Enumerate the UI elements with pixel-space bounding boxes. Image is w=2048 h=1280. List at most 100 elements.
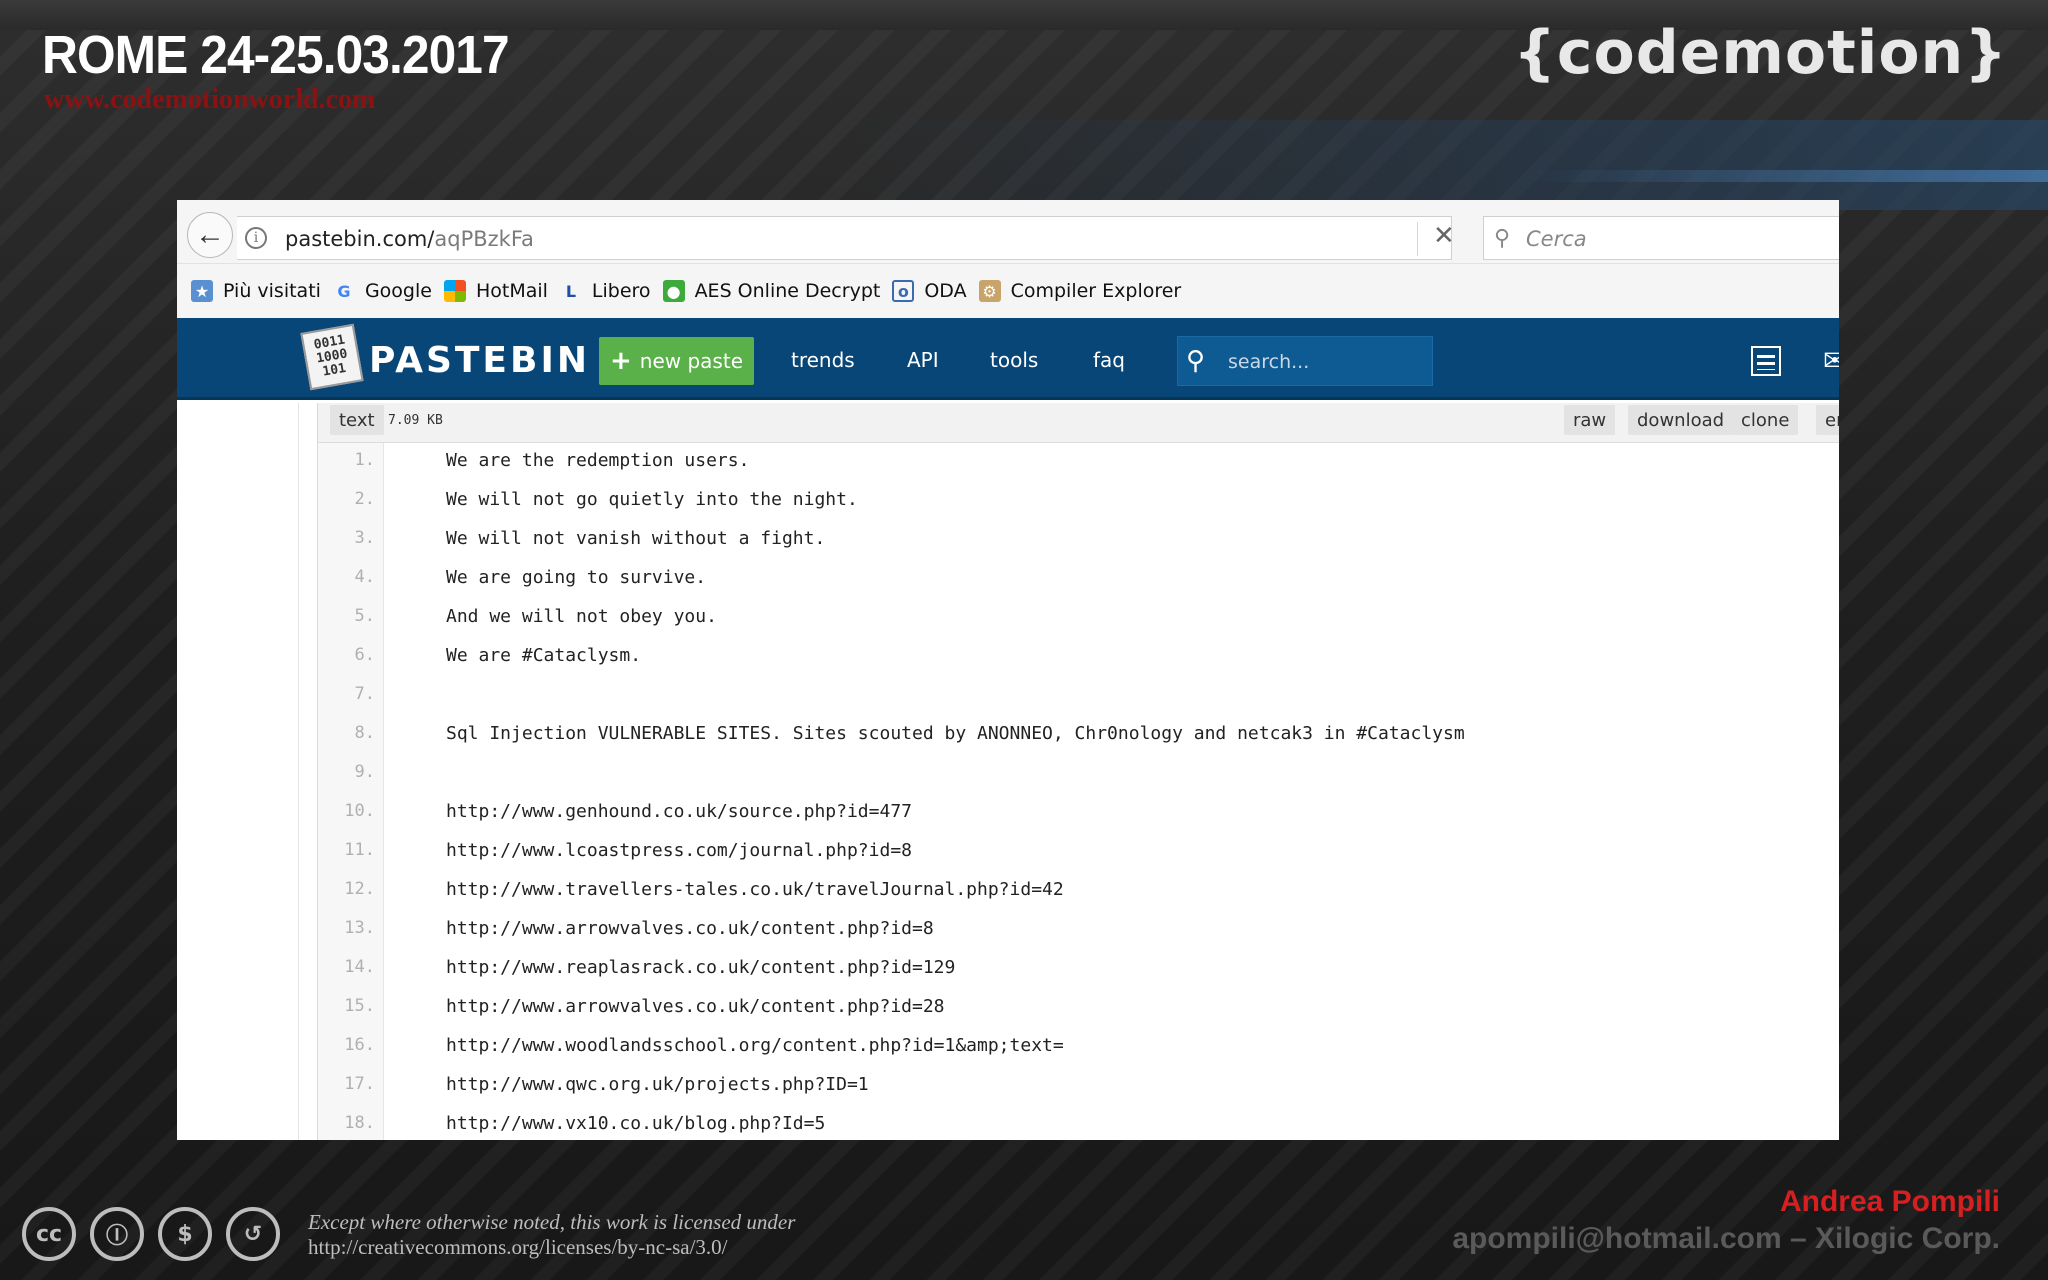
code-line: http://www.woodlandsschool.org/content.p…: [446, 1035, 1064, 1056]
arrow-left-icon: ←: [195, 218, 225, 251]
libero-icon: L: [565, 281, 577, 301]
raw-button[interactable]: raw: [1564, 405, 1616, 435]
speaker-contact: apompili@hotmail.com – Xilogic Corp.: [1452, 1222, 2000, 1255]
url-domain: pastebin.com/: [285, 227, 435, 251]
close-icon[interactable]: ✕: [1433, 220, 1455, 251]
page-left-margin: [177, 403, 299, 1140]
bookmark-item[interactable]: G Google: [333, 280, 432, 302]
cc-icon: cc: [22, 1207, 76, 1261]
google-icon: G: [337, 281, 351, 301]
event-url: www.codemotionworld.com: [44, 84, 376, 115]
noncommercial-icon: $: [158, 1207, 212, 1261]
paste-size: 7.09 KB: [388, 413, 443, 428]
bookmark-label: Google: [364, 280, 432, 302]
line-number: 4.: [354, 567, 375, 587]
bookmark-label: ODA: [924, 280, 967, 302]
line-number: 11.: [344, 840, 375, 860]
back-button[interactable]: ←: [187, 212, 233, 258]
syntax-badge[interactable]: text: [330, 405, 384, 435]
url-separator: [1417, 222, 1418, 256]
aes-icon: ●: [662, 280, 685, 302]
clone-button[interactable]: clone: [1732, 405, 1799, 435]
bookmarks-bar: ★ Più visitati G Google HotMail L Libero ● AES O…: [177, 264, 1839, 318]
mail-icon[interactable]: ✉: [1823, 344, 1839, 377]
address-bar[interactable]: i pastebin.com/aqPBzkFa: [237, 216, 1452, 260]
code-line: We are going to survive.: [446, 567, 707, 588]
bookmark-item[interactable]: ⚙ Compiler Explorer: [978, 280, 1182, 302]
codemotion-logo: {codemotion}: [1513, 18, 2008, 88]
bookmark-item[interactable]: ★ Più visitati: [191, 280, 321, 302]
bookmark-item[interactable]: HotMail: [443, 280, 548, 302]
bookmark-label: HotMail: [475, 280, 548, 302]
code-line: http://www.reaplasrack.co.uk/content.php…: [446, 957, 956, 978]
paste-content: 1. 2. 3. 4. 5. 6. 7. 8. 9. 10. 11. 12. 13. 14. 15. 16. 1…: [318, 443, 1839, 1140]
code-line: http://www.genhound.co.uk/source.php?id=…: [446, 801, 912, 822]
bookmark-label: AES Online Decrypt: [694, 280, 881, 302]
line-number: 10.: [344, 801, 375, 821]
bookmark-item[interactable]: L Libero: [560, 280, 651, 302]
license-text: Except where otherwise noted, this work …: [308, 1210, 795, 1260]
nav-tools[interactable]: tools: [990, 348, 1038, 372]
oda-icon: o: [892, 280, 915, 302]
line-number: 2.: [354, 489, 375, 509]
line-number: 18.: [344, 1113, 375, 1133]
slide-decoration: [848, 120, 2048, 210]
nav-faq[interactable]: faq: [1093, 348, 1125, 372]
pastebin-logo-text[interactable]: PASTEBIN: [369, 340, 590, 381]
download-button[interactable]: download: [1628, 405, 1734, 435]
compiler-explorer-icon: ⚙: [978, 280, 1001, 302]
pastebin-logo-icon[interactable]: 0011 1000 101: [300, 323, 364, 391]
nav-trends[interactable]: trends: [791, 348, 855, 372]
line-number: 1.: [354, 450, 375, 470]
url-text[interactable]: pastebin.com/aqPBzkFa: [285, 227, 534, 251]
line-number: 5.: [354, 606, 375, 626]
bookmark-label: Compiler Explorer: [1010, 280, 1182, 302]
code-line: And we will not obey you.: [446, 606, 717, 627]
list-icon[interactable]: [1751, 346, 1781, 376]
pastebin-search-input[interactable]: ⚲ search...: [1177, 336, 1433, 386]
code-line: We are the redemption users.: [446, 450, 750, 471]
line-number: 8.: [354, 723, 375, 743]
line-number: 9.: [354, 762, 375, 782]
slide-decoration-line: [1528, 170, 2048, 182]
speaker-name: Andrea Pompili: [1779, 1185, 2000, 1218]
plus-icon: +: [609, 346, 632, 376]
nav-api[interactable]: API: [907, 348, 939, 372]
paste-toolbar: text 7.09 KB raw download clone embed re…: [318, 403, 1839, 443]
pastebin-header: 0011 1000 101 PASTEBIN + new paste trends…: [177, 318, 1839, 400]
line-number: 13.: [344, 918, 375, 938]
browser-nav-bar: ← i pastebin.com/aqPBzkFa ✕ ⚲ Cerca: [177, 200, 1839, 264]
line-number-gutter: 1. 2. 3. 4. 5. 6. 7. 8. 9. 10. 11. 12. 13. 14. 15. 16. 1…: [318, 443, 384, 1140]
search-icon: ⚲: [1186, 345, 1206, 375]
embed-button[interactable]: embed: [1816, 405, 1839, 435]
bookmark-label: Libero: [591, 280, 651, 302]
code-line: http://www.qwc.org.uk/projects.php?ID=1: [446, 1074, 869, 1095]
attribution-icon: Ⓘ: [90, 1207, 144, 1261]
code-line: http://www.arrowvalves.co.uk/content.php…: [446, 996, 945, 1017]
bookmark-item[interactable]: o ODA: [892, 280, 967, 302]
line-number: 16.: [344, 1035, 375, 1055]
search-icon: ⚲: [1494, 225, 1511, 250]
new-paste-button[interactable]: + new paste: [599, 337, 754, 385]
code-line: Sql Injection VULNERABLE SITES. Sites sc…: [446, 723, 1465, 744]
pastebin-search-placeholder: search...: [1228, 351, 1310, 373]
line-number: 14.: [344, 957, 375, 977]
bookmark-label: Più visitati: [223, 280, 321, 302]
browser-search-input[interactable]: ⚲ Cerca: [1483, 216, 1839, 260]
license-url[interactable]: http://creativecommons.org/licenses/by-n…: [308, 1235, 728, 1259]
line-number: 15.: [344, 996, 375, 1016]
code-line: http://www.travellers-tales.co.uk/travel…: [446, 879, 1064, 900]
event-title: ROME 24-25.03.2017: [42, 25, 510, 85]
bookmark-item[interactable]: ● AES Online Decrypt: [662, 280, 881, 302]
license-icons: cc Ⓘ $ ↺: [22, 1207, 280, 1261]
browser-search-placeholder: Cerca: [1526, 227, 1587, 251]
sharealike-icon: ↺: [226, 1207, 280, 1261]
line-number: 12.: [344, 879, 375, 899]
code-line: We are #Cataclysm.: [446, 645, 642, 666]
code-line: http://www.arrowvalves.co.uk/content.php…: [446, 918, 934, 939]
code-line: We will not go quietly into the night.: [446, 489, 858, 510]
code-line: We will not vanish without a fight.: [446, 528, 826, 549]
info-icon[interactable]: i: [245, 227, 267, 249]
code-line: http://www.lcoastpress.com/journal.php?i…: [446, 840, 912, 861]
browser-window: ← i pastebin.com/aqPBzkFa ✕ ⚲ Cerca ★ Più…: [177, 200, 1839, 1140]
